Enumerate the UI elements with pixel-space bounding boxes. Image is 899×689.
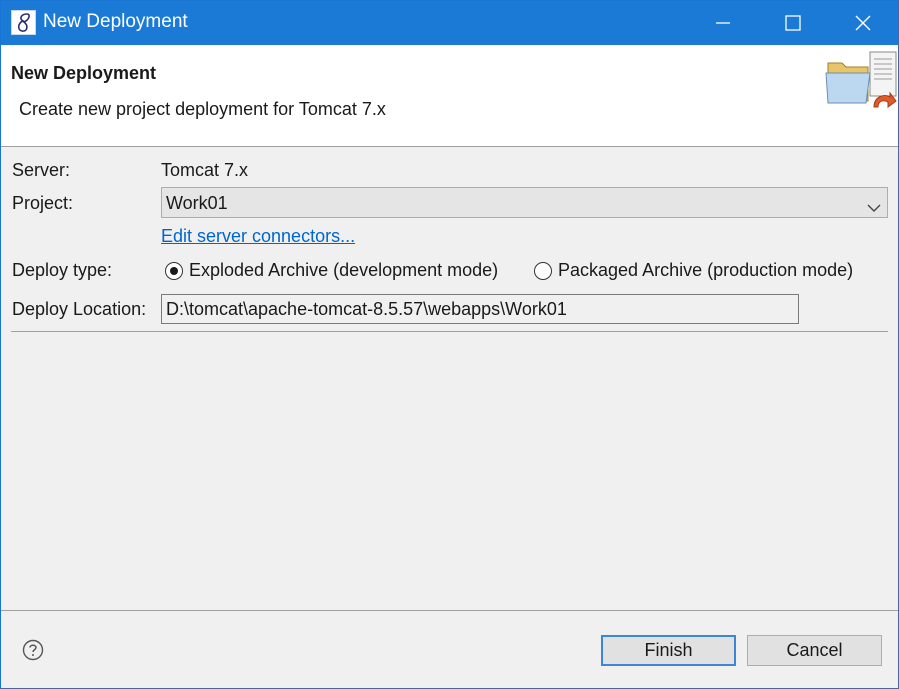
server-label: Server: [12,160,71,180]
app-icon [11,10,36,35]
close-button[interactable] [828,1,898,45]
title-bar[interactable]: New Deployment [1,1,898,45]
radio-button-unchecked[interactable] [534,261,552,280]
radio-exploded-archive-label: Exploded Archive (development mode) [189,260,499,280]
radio-exploded-archive[interactable]: Exploded Archive (development mode) [165,260,498,281]
chevron-down-icon[interactable] [867,197,881,218]
minimize-button[interactable] [688,1,758,45]
project-combobox-value: Work01 [166,193,228,213]
cancel-button[interactable]: Cancel [747,635,882,666]
edit-server-connectors-link[interactable]: Edit server connectors... [161,226,355,247]
deploy-location-field[interactable]: D:\tomcat\apache-tomcat-8.5.57\webapps\W… [161,294,799,324]
banner-title: New Deployment [11,63,157,83]
dialog-window: New Deployment New Deployment Create new… [0,0,899,689]
deploy-location-label: Deploy Location: [12,299,147,319]
project-label: Project: [12,193,74,213]
radio-packaged-archive-label: Packaged Archive (production mode) [558,260,854,280]
wizard-banner: New Deployment Create new project deploy… [1,45,898,147]
server-value: Tomcat 7.x [161,160,249,180]
radio-button-checked[interactable] [165,261,183,280]
footer-separator [1,610,898,611]
finish-button[interactable]: Finish [601,635,736,666]
radio-packaged-archive[interactable]: Packaged Archive (production mode) [534,260,853,281]
deployment-wizard-icon [824,49,898,113]
form-separator [11,331,888,332]
banner-subtitle: Create new project deployment for Tomcat… [19,99,386,119]
window-title: New Deployment [43,11,188,32]
project-combobox[interactable]: Work01 [161,187,888,218]
maximize-button[interactable] [758,1,828,45]
deploy-type-label: Deploy type: [12,260,113,280]
help-icon[interactable] [22,639,44,661]
deploy-location-value: D:\tomcat\apache-tomcat-8.5.57\webapps\W… [166,299,567,319]
